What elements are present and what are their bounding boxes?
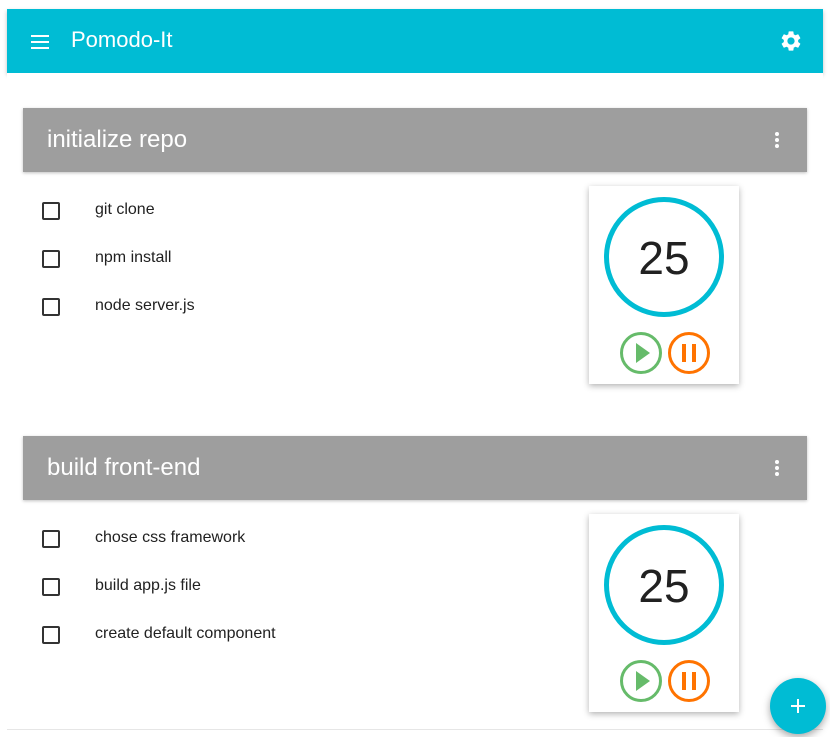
- more-vert-icon[interactable]: [775, 132, 779, 148]
- timer-value: 25: [638, 232, 690, 284]
- task-checkbox[interactable]: [42, 250, 60, 268]
- task-item: build app.js file: [42, 576, 542, 600]
- play-button[interactable]: [619, 659, 663, 703]
- task-label: node server.js: [95, 297, 195, 314]
- task-checkbox[interactable]: [42, 626, 60, 644]
- task-item: chose css framework: [42, 528, 542, 552]
- pause-button[interactable]: [667, 331, 711, 375]
- play-button[interactable]: [619, 331, 663, 375]
- gear-icon[interactable]: [779, 29, 803, 53]
- pomodoro-timer: 25: [589, 514, 739, 712]
- pause-icon: [668, 332, 710, 374]
- project-card: initialize repo git clone npm install no…: [7, 73, 823, 402]
- project-card-header: build front-end: [23, 436, 807, 500]
- task-label: npm install: [95, 249, 172, 266]
- task-item: node server.js: [42, 296, 542, 320]
- task-checkbox[interactable]: [42, 202, 60, 220]
- more-vert-icon[interactable]: [775, 460, 779, 476]
- timer-value: 25: [638, 560, 690, 612]
- menu-icon[interactable]: [31, 35, 49, 49]
- project-title: initialize repo: [47, 126, 188, 153]
- add-project-button[interactable]: [770, 678, 826, 734]
- task-label: git clone: [95, 201, 155, 218]
- task-item: create default component: [42, 624, 542, 648]
- task-item: git clone: [42, 200, 542, 224]
- task-label: build app.js file: [95, 577, 201, 594]
- pause-button[interactable]: [667, 659, 711, 703]
- project-card: build front-end chose css framework buil…: [7, 401, 823, 730]
- play-icon: [620, 660, 662, 702]
- task-label: create default component: [95, 625, 276, 642]
- task-checkbox[interactable]: [42, 298, 60, 316]
- app-bar: Pomodo-It: [7, 9, 823, 73]
- project-card-header: initialize repo: [23, 108, 807, 172]
- project-title: build front-end: [47, 454, 201, 481]
- app-title: Pomodo-It: [71, 27, 173, 52]
- timer-ring: 25: [604, 525, 724, 645]
- task-label: chose css framework: [95, 529, 246, 546]
- task-checkbox[interactable]: [42, 578, 60, 596]
- app-window: Pomodo-It initialize repo git clone npm …: [7, 9, 823, 737]
- task-item: npm install: [42, 248, 542, 272]
- timer-ring: 25: [604, 197, 724, 317]
- pause-icon: [668, 660, 710, 702]
- play-icon: [620, 332, 662, 374]
- task-checkbox[interactable]: [42, 530, 60, 548]
- pomodoro-timer: 25: [589, 186, 739, 384]
- plus-icon: [791, 699, 805, 713]
